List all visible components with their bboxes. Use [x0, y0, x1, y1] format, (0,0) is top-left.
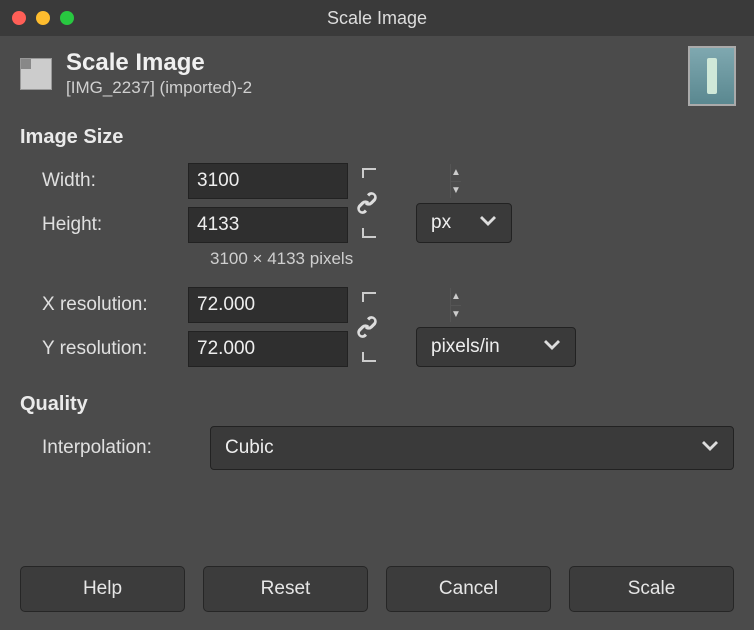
resolution-chain-icon[interactable] — [354, 314, 380, 340]
chevron-down-icon — [479, 212, 497, 234]
dialog-title: Scale Image — [66, 50, 252, 76]
xres-label: X resolution: — [20, 294, 188, 316]
image-size-heading: Image Size — [20, 126, 734, 149]
height-label: Height: — [20, 214, 188, 236]
scale-image-icon — [20, 58, 52, 90]
width-spinbox[interactable]: ▲ ▼ — [188, 163, 348, 199]
reset-button[interactable]: Reset — [203, 566, 368, 612]
window-controls — [12, 11, 74, 25]
resolution-unit-select[interactable]: pixels/in — [416, 327, 576, 367]
dialog-header: Scale Image [IMG_2237] (imported)-2 — [0, 36, 754, 116]
window-title: Scale Image — [327, 8, 427, 29]
interpolation-value: Cubic — [225, 437, 274, 459]
close-icon[interactable] — [12, 11, 26, 25]
titlebar: Scale Image — [0, 0, 754, 36]
resolution-unit-value: pixels/in — [431, 336, 500, 358]
quality-heading: Quality — [20, 393, 734, 416]
chevron-down-icon — [543, 336, 561, 358]
maximize-icon[interactable] — [60, 11, 74, 25]
dialog-subtitle: [IMG_2237] (imported)-2 — [66, 78, 252, 98]
resolution-link-column — [348, 283, 394, 371]
pixel-dimensions-summary: 3100 × 4133 pixels — [20, 249, 734, 269]
yres-label: Y resolution: — [20, 338, 188, 360]
xres-spinbox[interactable]: ▲ ▼ — [188, 287, 348, 323]
chevron-down-icon — [701, 437, 719, 459]
size-unit-value: px — [431, 212, 451, 234]
image-thumbnail — [688, 46, 736, 106]
minimize-icon[interactable] — [36, 11, 50, 25]
interpolation-select[interactable]: Cubic — [210, 426, 734, 470]
dialog-footer: Help Reset Cancel Scale — [0, 566, 754, 630]
width-label: Width: — [20, 170, 188, 192]
cancel-button[interactable]: Cancel — [386, 566, 551, 612]
height-spinbox[interactable]: ▲ ▼ — [188, 207, 348, 243]
interpolation-label: Interpolation: — [20, 437, 210, 459]
aspect-link-column — [348, 159, 394, 247]
aspect-ratio-chain-icon[interactable] — [354, 190, 380, 216]
help-button[interactable]: Help — [20, 566, 185, 612]
yres-spinbox[interactable]: ▲ ▼ — [188, 331, 348, 367]
scale-button[interactable]: Scale — [569, 566, 734, 612]
size-unit-select[interactable]: px — [416, 203, 512, 243]
